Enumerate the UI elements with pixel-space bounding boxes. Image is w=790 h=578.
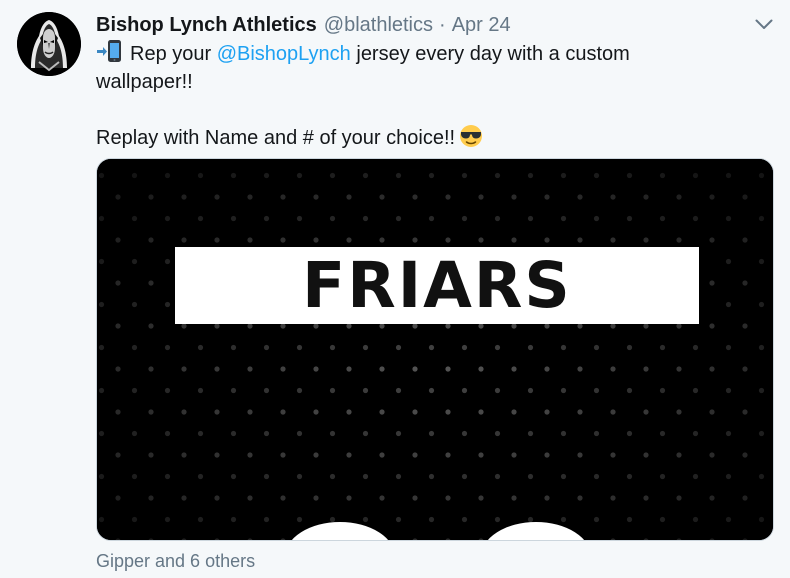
mobile-phone-arrow-icon (97, 40, 121, 62)
author-handle[interactable]: @blathletics (324, 11, 433, 39)
tweet-date[interactable]: Apr 24 (452, 11, 511, 39)
tweet-body: Rep your @BishopLynch jersey every day w… (96, 39, 736, 152)
liked-by-text[interactable]: Gipper and 6 others (96, 549, 255, 573)
tweet: Bishop Lynch Athletics @blathletics · Ap… (0, 0, 790, 578)
tweet-body-line-3: Replay with Name and # of your choice!! (96, 124, 736, 152)
tweet-body-line-2: wallpaper!! (96, 71, 193, 93)
tweet-options-button[interactable] (752, 14, 776, 34)
dot-pattern-background (97, 159, 773, 540)
tweet-body-text: Replay with Name and # of your choice!! (96, 127, 456, 149)
friar-logo-icon (17, 12, 81, 76)
header-separator: · (439, 14, 446, 36)
smiling-face-with-sunglasses-icon (460, 125, 483, 147)
tweet-body-text: jersey every day with a custom (350, 43, 630, 65)
tweet-body-line-1: Rep your @BishopLynch jersey every day w… (96, 39, 736, 68)
chevron-down-icon (755, 19, 773, 29)
mention-link[interactable]: @BishopLynch (217, 43, 351, 65)
author-display-name[interactable]: Bishop Lynch Athletics (96, 11, 317, 39)
jersey-name-banner: FRIARS (175, 247, 699, 324)
jersey-name-text: FRIARS (302, 249, 572, 322)
tweet-header: Bishop Lynch Athletics @blathletics · Ap… (96, 11, 511, 39)
media-image[interactable]: FRIARS (96, 158, 774, 541)
avatar[interactable] (17, 12, 81, 76)
tweet-body-text: Rep your (130, 43, 217, 65)
tweet-body-blank-line (96, 96, 736, 124)
